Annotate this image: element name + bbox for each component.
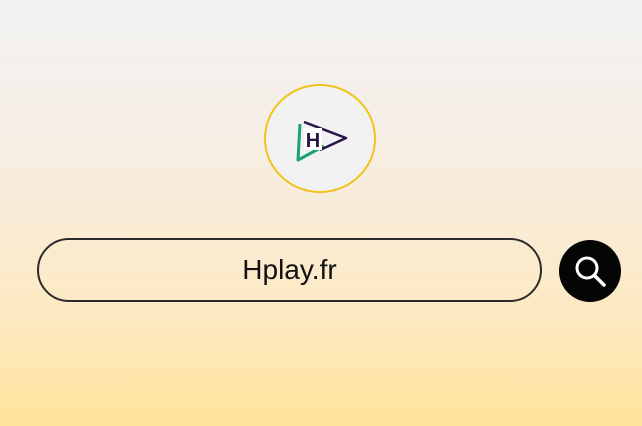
svg-text:H: H [306,130,320,152]
hplay-logo-icon: H [296,120,348,162]
search-button[interactable] [559,240,621,302]
search-input[interactable] [39,240,540,300]
site-logo: H [264,84,376,193]
search-field[interactable] [37,238,542,302]
search-icon [575,256,606,287]
